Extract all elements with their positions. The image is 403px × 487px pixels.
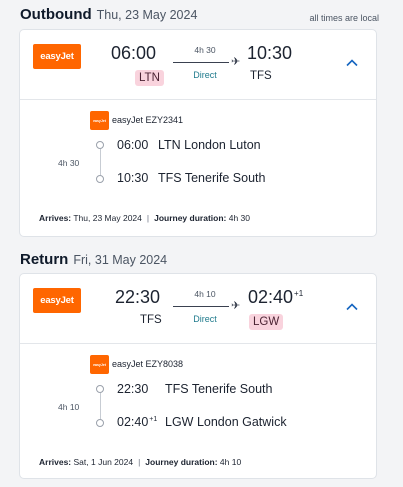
arrival-airport-code: LGW (249, 314, 284, 330)
outbound-title: Outbound (20, 6, 92, 23)
arrival-airport-code: TFS (250, 70, 272, 82)
return-detail: easyJet easyJet EZY8038 4h 10 22:30 TFS … (20, 344, 376, 478)
arrival-summary: Arrives: Thu, 23 May 2024 | Journey durati… (39, 213, 251, 223)
arrival-dot (96, 175, 104, 183)
leg-duration: 4h 10 (58, 402, 80, 412)
local-times-note: all times are local (309, 13, 379, 23)
stops-label: Direct (193, 314, 217, 324)
outbound-header: Outbound Thu, 23 May 2024 (20, 6, 197, 23)
route-line (173, 62, 229, 63)
leg-departure-time: 22:30 (117, 382, 149, 396)
flight-number: easyJet EZY2341 (112, 115, 184, 125)
outbound-summary[interactable]: easyJet 06:00 LTN 4h 30 ✈ Direct 10:30 T… (20, 30, 376, 100)
departure-dot (96, 385, 104, 393)
easyjet-logo-icon: easyJet (33, 44, 81, 69)
timeline-line (100, 149, 101, 175)
leg-departure-place: TFS Tenerife South (165, 382, 273, 396)
outbound-date: Thu, 23 May 2024 (96, 8, 198, 22)
outbound-card: easyJet 06:00 LTN 4h 30 ✈ Direct 10:30 T… (19, 29, 377, 237)
leg-arrival-place: LGW London Gatwick (165, 415, 287, 429)
leg-arrival-time: 10:30 (117, 171, 149, 185)
arrival-time: 02:40+1 (248, 287, 304, 307)
plane-icon: ✈ (231, 300, 241, 312)
leg-duration: 4h 30 (58, 158, 80, 168)
easyjet-logo-icon: easyJet (90, 111, 109, 130)
arrival-dot (96, 419, 104, 427)
easyjet-logo-icon: easyJet (90, 355, 109, 374)
arrival-summary: Arrives: Sat, 1 Jun 2024 | Journey duratio… (39, 457, 242, 467)
leg-departure-place: LTN London Luton (158, 138, 261, 152)
departure-time: 22:30 (115, 287, 161, 307)
route-line (173, 306, 229, 307)
return-header: Return Fri, 31 May 2024 (20, 251, 167, 268)
departure-time: 06:00 (111, 43, 157, 63)
leg-departure-time: 06:00 (117, 138, 149, 152)
outbound-detail: easyJet easyJet EZY2341 4h 30 06:00 LTN … (20, 100, 376, 236)
departure-airport-code: LTN (135, 70, 164, 86)
return-date: Fri, 31 May 2024 (73, 253, 168, 267)
flight-duration: 4h 10 (194, 289, 216, 299)
departure-dot (96, 141, 104, 149)
return-summary[interactable]: easyJet 22:30 TFS 4h 10 ✈ Direct 02:40+1… (20, 274, 376, 344)
timeline-line (100, 393, 101, 419)
arrival-time: 10:30 (247, 43, 293, 63)
return-card: easyJet 22:30 TFS 4h 10 ✈ Direct 02:40+1… (19, 273, 377, 479)
plane-icon: ✈ (231, 56, 241, 68)
chevron-up-icon[interactable] (346, 57, 358, 69)
easyjet-logo-icon: easyJet (33, 288, 81, 313)
return-title: Return (20, 251, 69, 268)
stops-label: Direct (193, 70, 217, 80)
leg-arrival-place: TFS Tenerife South (158, 171, 266, 185)
leg-arrival-time: 02:40+1 (117, 415, 158, 429)
departure-airport-code: TFS (140, 314, 162, 326)
chevron-up-icon[interactable] (346, 301, 358, 313)
flight-duration: 4h 30 (194, 45, 216, 55)
flight-number: easyJet EZY8038 (112, 359, 184, 369)
